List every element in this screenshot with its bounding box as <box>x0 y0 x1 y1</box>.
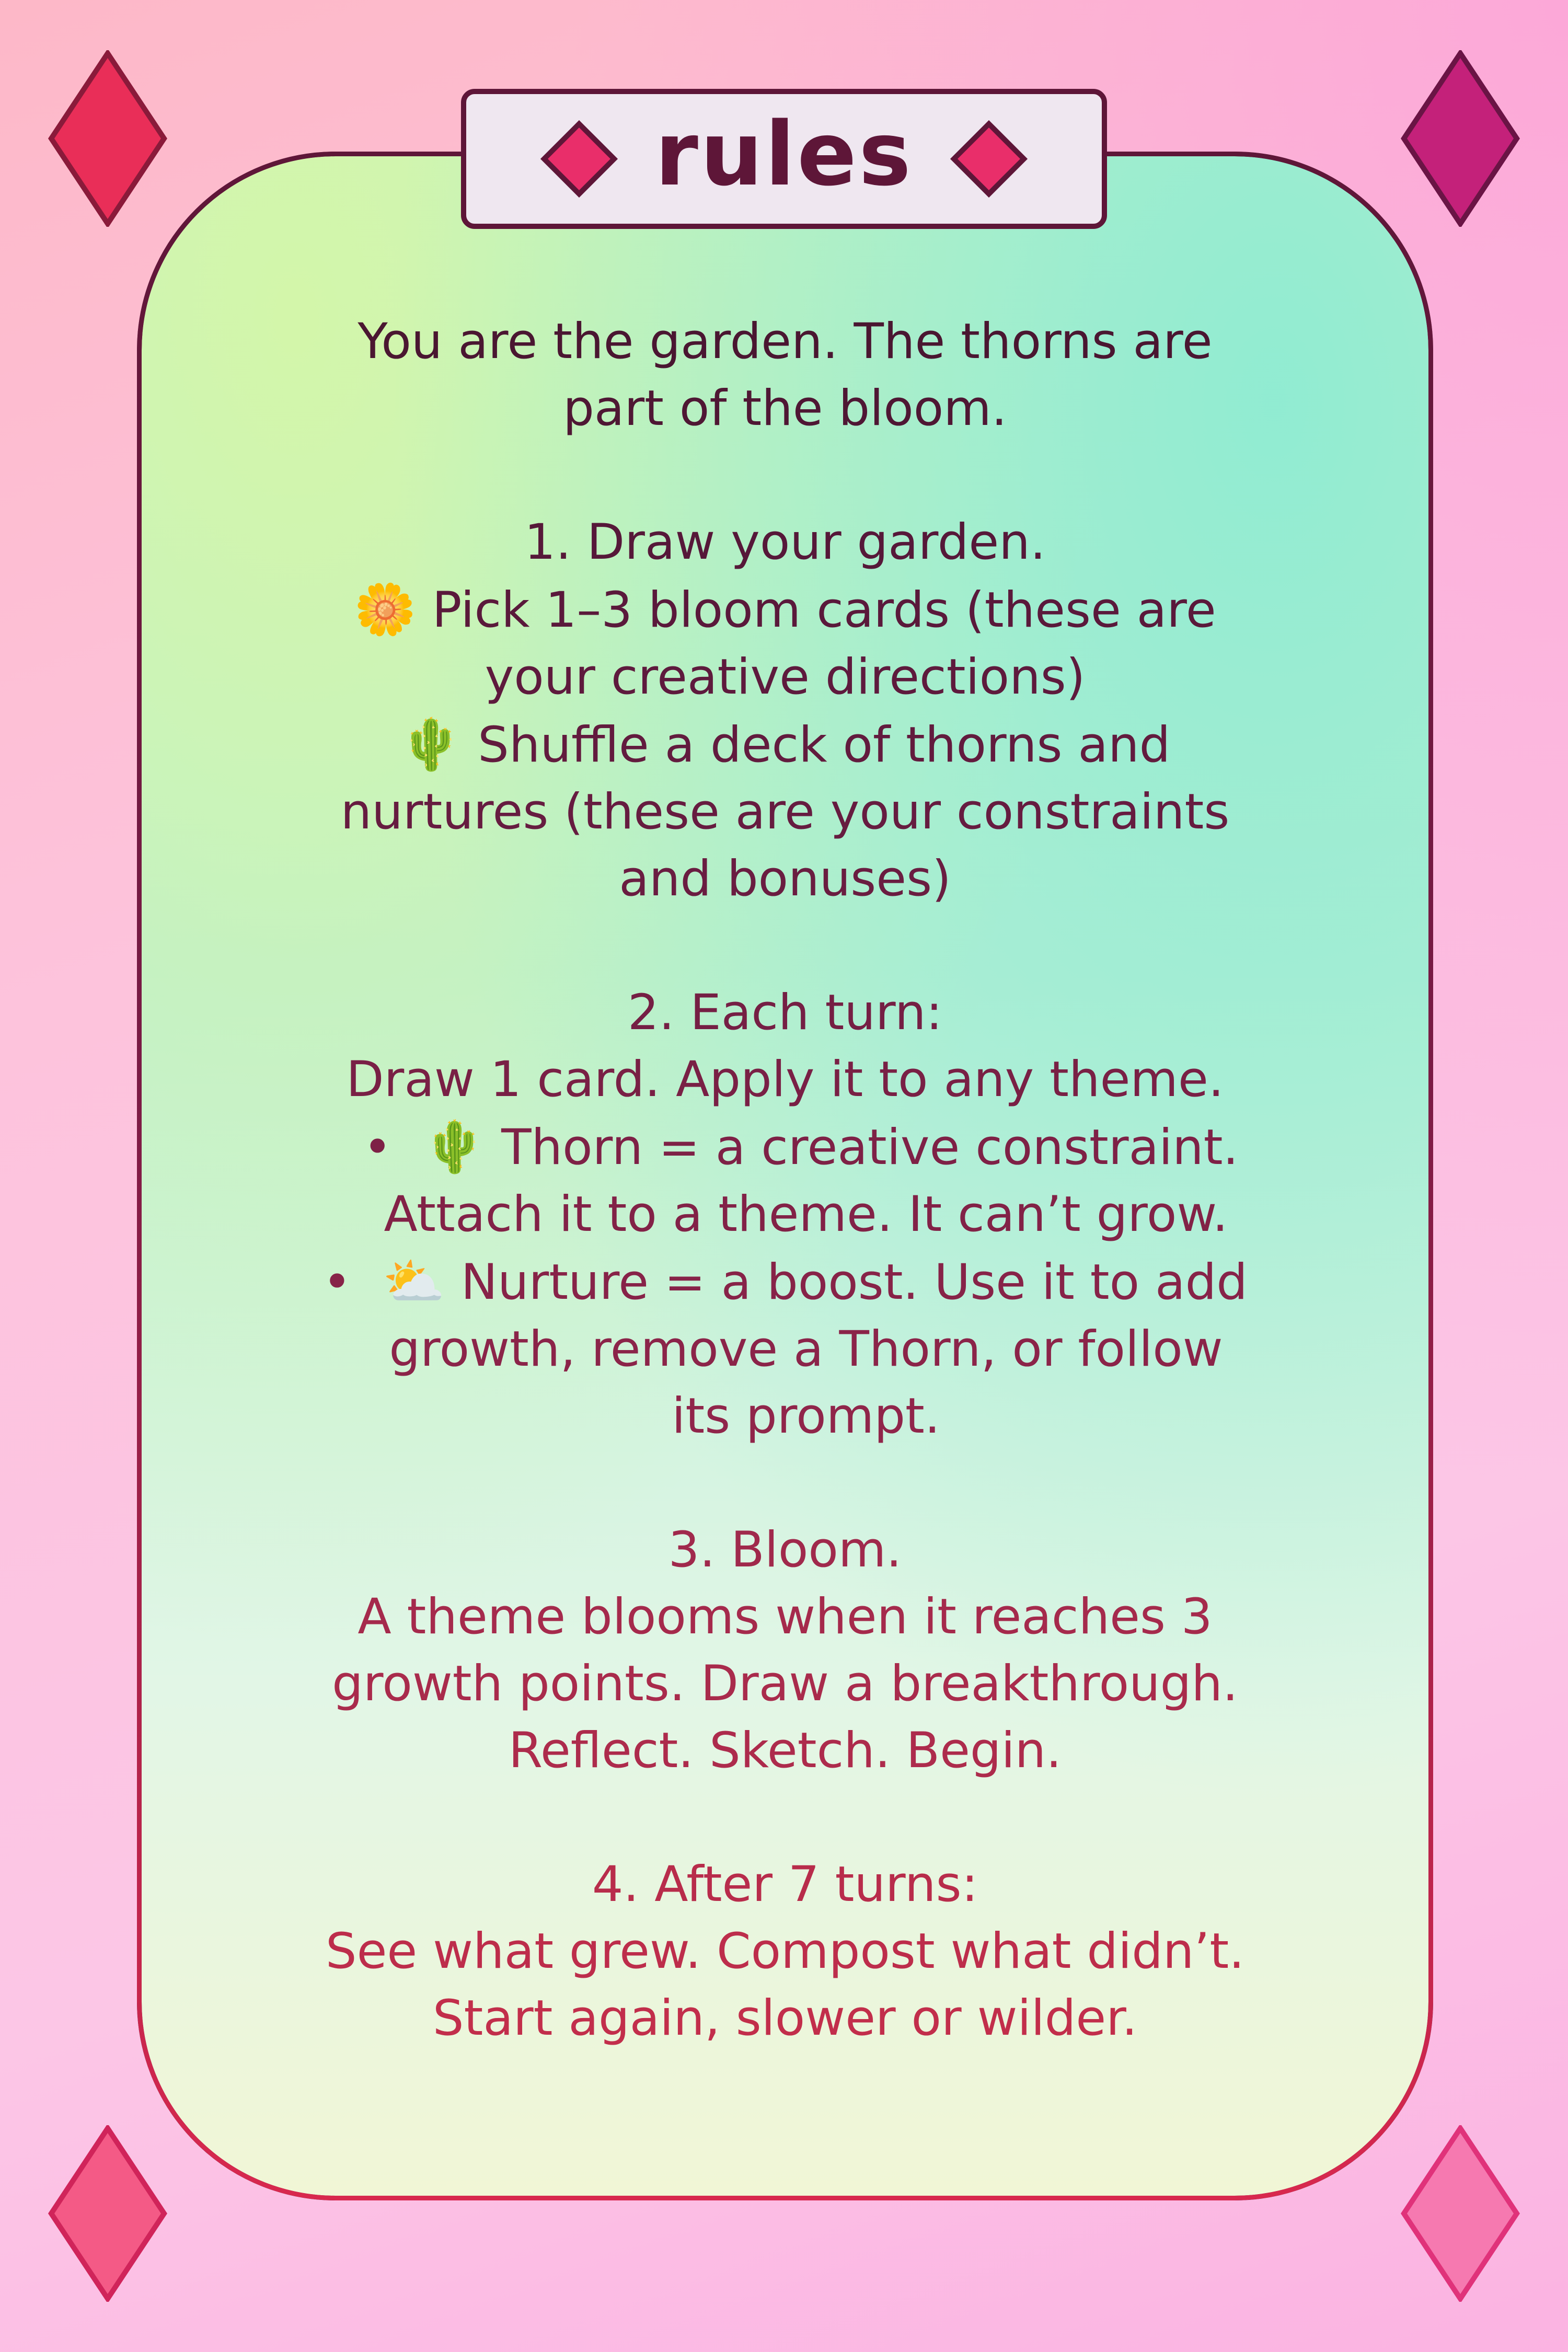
top-right-diamond-icon <box>1401 50 1520 227</box>
thorn-bullet: • 🌵 Thorn = a creative constraint. <box>137 1113 1433 1181</box>
step-2: 2. Each turn: Draw 1 card. Apply it to a… <box>137 979 1433 1450</box>
thorn-text: Attach it to a theme. It can’t grow. <box>384 1186 1228 1243</box>
step-3-text: A theme blooms when it reaches 3 <box>358 1588 1213 1645</box>
nurture-text: Nurture = a boost. Use it to add <box>460 1254 1248 1311</box>
step-4-text: Start again, slower or wilder. <box>432 1990 1138 2047</box>
diamond-icon <box>540 120 618 198</box>
top-left-diamond-icon <box>48 50 167 227</box>
bullet-dot: • <box>363 1119 392 1176</box>
cactus-icon: 🌵 <box>399 715 463 774</box>
step-1-pick-line: 🌼 Pick 1–3 bloom cards (these are <box>137 576 1433 644</box>
rules-text: You are the garden. The thorns are part … <box>137 308 1433 2119</box>
diamond-icon <box>950 120 1028 198</box>
step-2-heading: 2. Each turn: <box>627 984 943 1041</box>
step-4: 4. After 7 turns: See what grew. Compost… <box>137 1851 1433 2052</box>
intro: You are the garden. The thorns are part … <box>137 308 1433 442</box>
nurture-bullet: • ⛅ Nurture = a boost. Use it to add <box>137 1248 1433 1316</box>
step-3-text: growth points. Draw a breakthrough. <box>332 1655 1238 1712</box>
step-1-shuffle-text: Shuffle a deck of thorns and <box>478 717 1171 774</box>
step-1-heading: 1. Draw your garden. <box>524 514 1046 571</box>
intro-line: part of the bloom. <box>563 380 1007 437</box>
daisy-icon: 🌼 <box>354 580 417 639</box>
step-3: 3. Bloom. A theme blooms when it reaches… <box>137 1517 1433 1784</box>
step-4-text: See what grew. Compost what didn’t. <box>325 1923 1245 1980</box>
nurture-text: its prompt. <box>672 1388 940 1445</box>
step-1-shuffle-line: 🌵 Shuffle a deck of thorns and <box>137 711 1433 779</box>
step-1-pick-text: Pick 1–3 bloom cards (these are <box>432 582 1216 639</box>
step-1-shuffle-text: and bonuses) <box>619 850 951 907</box>
cactus-icon: 🌵 <box>423 1117 486 1176</box>
bullet-dot: • <box>322 1254 352 1311</box>
step-2-line: Draw 1 card. Apply it to any theme. <box>346 1051 1224 1108</box>
step-1-shuffle-text: nurtures (these are your constraints <box>340 783 1230 840</box>
step-1-pick-text: your creative directions) <box>485 649 1086 706</box>
bottom-left-diamond-icon <box>48 2125 167 2302</box>
step-4-heading: 4. After 7 turns: <box>592 1856 978 1913</box>
step-1: 1. Draw your garden. 🌼 Pick 1–3 bloom ca… <box>137 509 1433 913</box>
intro-line: You are the garden. The thorns are <box>358 313 1213 370</box>
title-banner: rules <box>461 89 1107 229</box>
thorn-text: Thorn = a creative constraint. <box>501 1119 1239 1176</box>
bottom-right-diamond-icon <box>1401 2125 1520 2302</box>
page-title: rules <box>655 103 913 205</box>
nurture-text: growth, remove a Thorn, or follow <box>389 1321 1223 1378</box>
step-3-text: Reflect. Sketch. Begin. <box>508 1722 1062 1779</box>
sun-behind-cloud-icon: ⛅ <box>383 1252 445 1311</box>
step-3-heading: 3. Bloom. <box>668 1521 902 1578</box>
